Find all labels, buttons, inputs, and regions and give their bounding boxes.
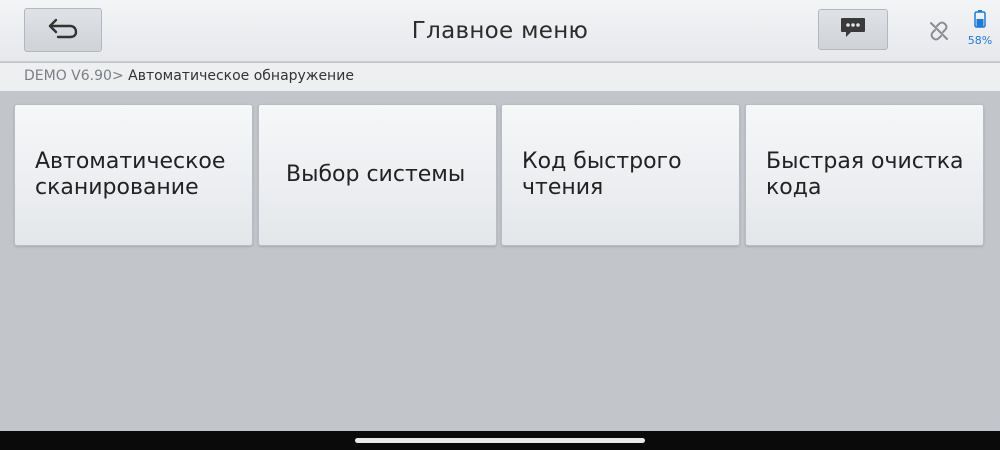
quick-clear-code-tile[interactable]: Быстрая очистка кода: [745, 104, 984, 246]
message-icon: [839, 16, 867, 44]
battery-status: 58%: [962, 10, 998, 50]
back-arrow-icon: [46, 16, 80, 44]
page-title: Главное меню: [411, 18, 589, 44]
breadcrumb: DEMO V6.90> Автоматическое обнаружение: [0, 63, 1000, 91]
breadcrumb-current: Автоматическое обнаружение: [123, 68, 354, 84]
tile-label: Код быстрого чтения: [522, 149, 682, 200]
link-broken-icon: [926, 18, 952, 44]
auto-scan-tile[interactable]: Автоматическое сканирование: [14, 104, 253, 246]
system-nav-bar: [0, 431, 1000, 450]
breadcrumb-version[interactable]: DEMO V6.90: [24, 68, 112, 84]
battery-percent: 58%: [967, 34, 993, 47]
menu-tiles: Автоматическое сканирование Выбор систем…: [14, 104, 984, 247]
system-select-tile[interactable]: Выбор системы: [258, 104, 497, 246]
breadcrumb-separator: >: [111, 68, 124, 84]
message-button[interactable]: [818, 9, 888, 50]
top-bar: Главное меню 58%: [0, 0, 1000, 62]
tile-label: Автоматическое сканирование: [35, 149, 226, 200]
home-indicator[interactable]: [355, 438, 645, 443]
tile-label: Выбор системы: [286, 162, 466, 187]
back-button[interactable]: [24, 8, 102, 52]
tile-label: Быстрая очистка кода: [766, 149, 964, 200]
battery-icon: [962, 10, 998, 32]
quick-read-code-tile[interactable]: Код быстрого чтения: [501, 104, 740, 246]
